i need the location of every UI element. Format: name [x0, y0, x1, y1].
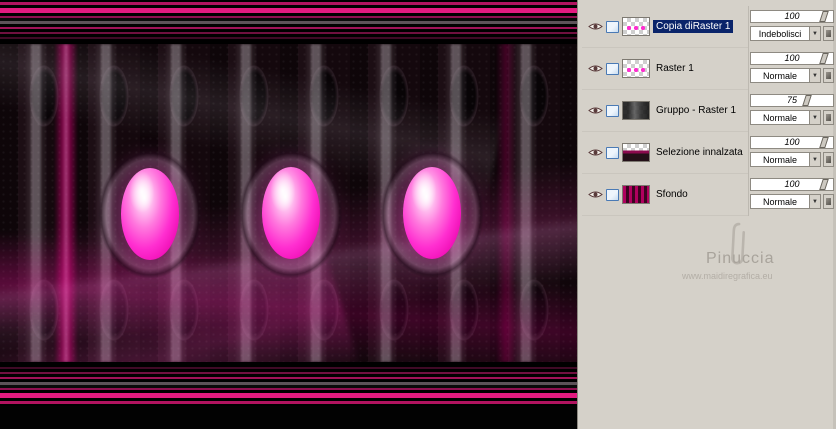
- layer-thumbnail: [622, 185, 650, 204]
- pink-egg-1: [121, 168, 179, 260]
- blend-mode-value: Normale: [762, 154, 797, 165]
- blend-mode-value: Normale: [762, 112, 797, 123]
- blend-mode-value: Indebolisci: [758, 28, 802, 39]
- layer-control-group: 100 Normale ▼: [750, 48, 834, 90]
- layer-row[interactable]: Copia diRaster 1: [582, 6, 748, 48]
- layer-thumbnail: [622, 59, 650, 78]
- watermark-url: www.maidiregrafica.eu: [682, 271, 773, 281]
- layer-name[interactable]: Copia diRaster 1: [653, 20, 734, 33]
- layer-control-group: 75 Normale ▼: [750, 90, 834, 132]
- layer-thumbnail: [622, 143, 650, 162]
- dropdown-arrow-icon[interactable]: ▼: [809, 111, 820, 124]
- visibility-eye-icon[interactable]: [588, 63, 603, 74]
- layer-thumbnail: [622, 17, 650, 36]
- blend-mode-select[interactable]: Normale ▼: [750, 68, 821, 83]
- blend-mode-select[interactable]: Normale ▼: [750, 110, 821, 125]
- layer-name[interactable]: Sfondo: [653, 188, 691, 201]
- layer-link-button[interactable]: [823, 110, 834, 125]
- app-window: Copia diRaster 1 Raster 1 Gruppo - Raste…: [0, 0, 836, 429]
- layer-type-icon: [606, 146, 619, 159]
- pink-egg-2: [262, 167, 320, 259]
- layer-link-button[interactable]: [823, 68, 834, 83]
- layer-type-icon: [606, 20, 619, 33]
- visibility-eye-icon[interactable]: [588, 21, 603, 32]
- blend-mode-select[interactable]: Indebolisci ▼: [750, 26, 821, 41]
- blend-mode-select[interactable]: Normale ▼: [750, 152, 821, 167]
- layer-control-group: 100 Normale ▼: [750, 132, 834, 174]
- layer-link-button[interactable]: [823, 194, 834, 209]
- layer-control-group: 100 Indebolisci ▼: [750, 6, 834, 48]
- layer-control-group: 100 Normale ▼: [750, 174, 834, 216]
- layer-controls-column: 100 Indebolisci ▼ 100 Normale ▼ 75 Norma…: [750, 6, 834, 216]
- opacity-slider[interactable]: 100: [750, 10, 834, 23]
- blend-mode-row: Normale ▼: [750, 152, 834, 167]
- visibility-eye-icon[interactable]: [588, 189, 603, 200]
- layer-name[interactable]: Selezione innalzata: [653, 146, 746, 159]
- blend-mode-row: Indebolisci ▼: [750, 26, 834, 41]
- layer-row[interactable]: Raster 1: [582, 48, 748, 90]
- visibility-eye-icon[interactable]: [588, 147, 603, 158]
- watermark-name: Pinuccia: [706, 250, 775, 267]
- canvas-bottom-black-band: [0, 406, 577, 429]
- blend-mode-select[interactable]: Normale ▼: [750, 194, 821, 209]
- canvas-bottom-stripes: [0, 362, 577, 406]
- layer-link-button[interactable]: [823, 26, 834, 41]
- visibility-eye-icon[interactable]: [588, 105, 603, 116]
- dropdown-arrow-icon[interactable]: ▼: [809, 195, 820, 208]
- opacity-slider[interactable]: 100: [750, 136, 834, 149]
- opacity-slider[interactable]: 100: [750, 52, 834, 65]
- layer-row[interactable]: Selezione innalzata: [582, 132, 748, 174]
- opacity-slider[interactable]: 75: [750, 94, 834, 107]
- layer-row[interactable]: Sfondo: [582, 174, 748, 216]
- blend-mode-value: Normale: [762, 196, 797, 207]
- layer-thumbnail: [622, 101, 650, 120]
- canvas-top-stripes: [0, 0, 577, 44]
- opacity-value: 75: [786, 95, 797, 105]
- layer-name[interactable]: Gruppo - Raster 1: [653, 104, 739, 117]
- dropdown-arrow-icon[interactable]: ▼: [809, 69, 820, 82]
- layer-type-icon: [606, 188, 619, 201]
- layer-link-button[interactable]: [823, 152, 834, 167]
- layers-list: Copia diRaster 1 Raster 1 Gruppo - Raste…: [582, 6, 749, 216]
- opacity-slider[interactable]: 100: [750, 178, 834, 191]
- dropdown-arrow-icon[interactable]: ▼: [809, 27, 820, 40]
- blend-mode-value: Normale: [762, 70, 797, 81]
- image-canvas[interactable]: [0, 0, 577, 429]
- layer-type-icon: [606, 104, 619, 117]
- blend-mode-row: Normale ▼: [750, 68, 834, 83]
- blend-mode-row: Normale ▼: [750, 194, 834, 209]
- layer-type-icon: [606, 62, 619, 75]
- site-watermark: Pinuccia www.maidiregrafica.eu: [682, 250, 774, 281]
- layer-row[interactable]: Gruppo - Raster 1: [582, 90, 748, 132]
- pink-egg-3: [403, 167, 461, 259]
- layer-name[interactable]: Raster 1: [653, 62, 697, 75]
- dropdown-arrow-icon[interactable]: ▼: [809, 153, 820, 166]
- layers-palette: Copia diRaster 1 Raster 1 Gruppo - Raste…: [577, 0, 836, 429]
- blend-mode-row: Normale ▼: [750, 110, 834, 125]
